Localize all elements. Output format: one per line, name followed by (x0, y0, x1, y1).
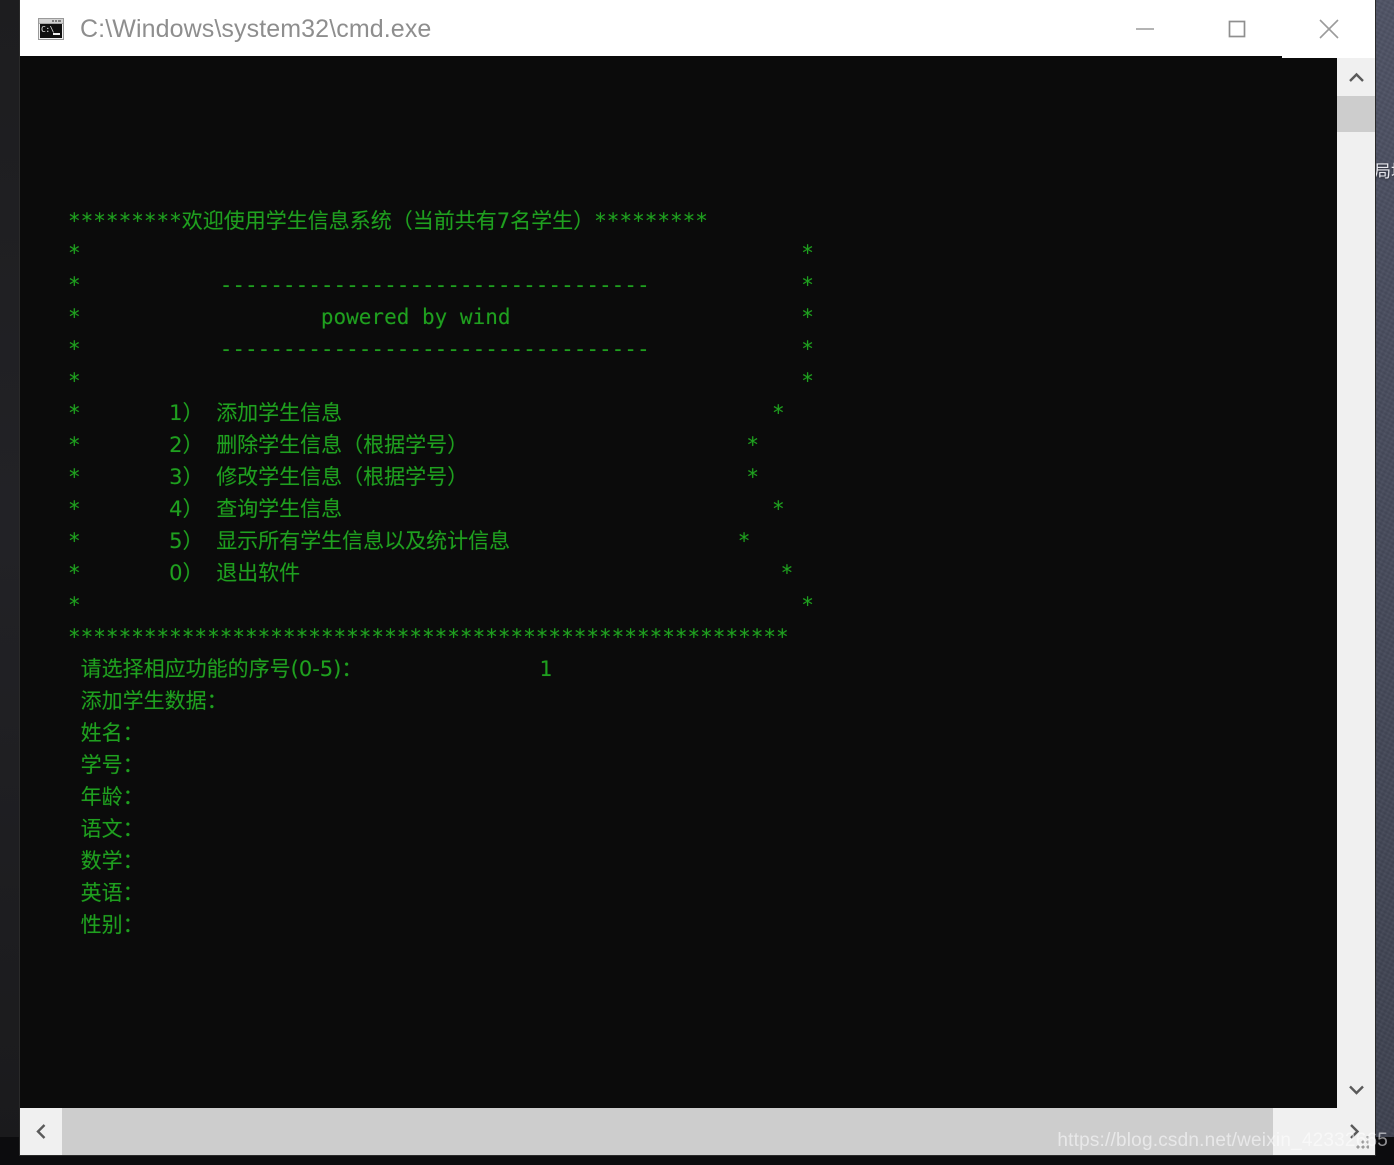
window-titlebar[interactable]: C:\ C:\Windows\system32\cmd.exe (20, 0, 1375, 58)
window-controls (1099, 0, 1375, 58)
maximize-button[interactable] (1191, 0, 1283, 58)
chevron-down-icon (1348, 1085, 1364, 1095)
console-text: *********欢迎使用学生信息系统（当前共有7名学生）********* *… (68, 209, 814, 937)
vertical-scrollbar-thumb[interactable] (1337, 96, 1375, 132)
scroll-up-button[interactable] (1337, 58, 1375, 96)
window-title: C:\Windows\system32\cmd.exe (80, 14, 432, 43)
close-button[interactable] (1283, 0, 1375, 58)
cmd-console-icon: C:\ (38, 18, 64, 40)
watermark: https://blog.csdn.net/weixin_42332665 (1057, 1130, 1388, 1151)
minimize-button[interactable] (1099, 0, 1191, 58)
cmd-icon-prompt-text: C:\ (40, 24, 62, 38)
chevron-left-icon (35, 1124, 45, 1139)
minimize-icon (1136, 28, 1154, 30)
scroll-down-button[interactable] (1337, 1070, 1375, 1108)
cmd-window: C:\ C:\Windows\system32\cmd.exe ********… (20, 0, 1375, 1155)
chevron-up-icon (1348, 72, 1364, 82)
desktop-partial-text: 局填 (1374, 162, 1394, 182)
maximize-icon (1228, 20, 1246, 38)
close-icon (1319, 19, 1339, 39)
window-client-area: *********欢迎使用学生信息系统（当前共有7名学生）********* *… (20, 58, 1375, 1155)
vertical-scrollbar[interactable] (1337, 58, 1375, 1108)
console-output-area[interactable]: *********欢迎使用学生信息系统（当前共有7名学生）********* *… (20, 58, 1337, 1108)
scroll-left-button[interactable] (20, 1108, 62, 1155)
